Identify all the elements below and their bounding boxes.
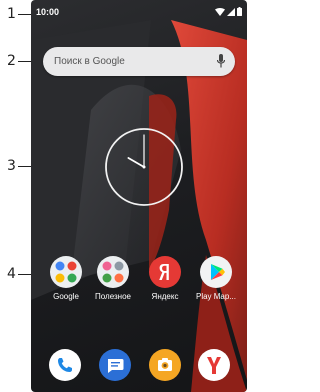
app-label-useful: Полезное [95,292,131,301]
wifi-icon [215,8,225,16]
callout-3: 3 [7,158,16,174]
home-screen: 10:00 Поиск в Google Google Полезное Янд… [31,0,247,392]
useful-folder-icon [97,256,129,288]
dock-yandex-browser[interactable] [198,349,230,381]
status-bar: 10:00 [31,0,247,24]
hour-hand [127,157,145,168]
app-google-folder[interactable]: Google [43,256,89,301]
messages-icon [108,359,124,373]
app-play-market[interactable]: Play Map... [193,256,239,301]
search-placeholder: Поиск в Google [54,56,125,67]
app-useful-folder[interactable]: Полезное [90,256,136,301]
callout-4: 4 [7,266,16,282]
camera-icon [158,358,172,371]
phone-icon [58,358,72,372]
app-label-google: Google [53,292,79,301]
annotated-screenshot: 1 2 3 4 10:00 Поиск в Google Google Поле… [0,0,247,392]
analog-clock-widget[interactable] [104,127,184,207]
mic-icon[interactable] [217,54,225,68]
callout-2: 2 [7,53,16,69]
google-search-bar[interactable]: Поиск в Google [43,47,235,76]
yandex-icon [149,256,181,288]
play-market-icon [200,256,232,288]
battery-icon [237,7,242,16]
app-label-yandex: Яндекс [151,292,179,301]
signal-icon [227,8,235,16]
dock-phone[interactable] [49,349,81,381]
dock-camera[interactable] [149,349,181,381]
google-folder-icon [50,256,82,288]
yandex-browser-icon [207,357,221,374]
status-time: 10:00 [36,7,60,17]
clock-center [142,165,146,169]
app-yandex[interactable]: Яндекс [142,256,188,301]
dock-messages[interactable] [99,349,131,381]
callout-1: 1 [7,6,16,22]
app-label-play-market: Play Map... [195,292,236,301]
